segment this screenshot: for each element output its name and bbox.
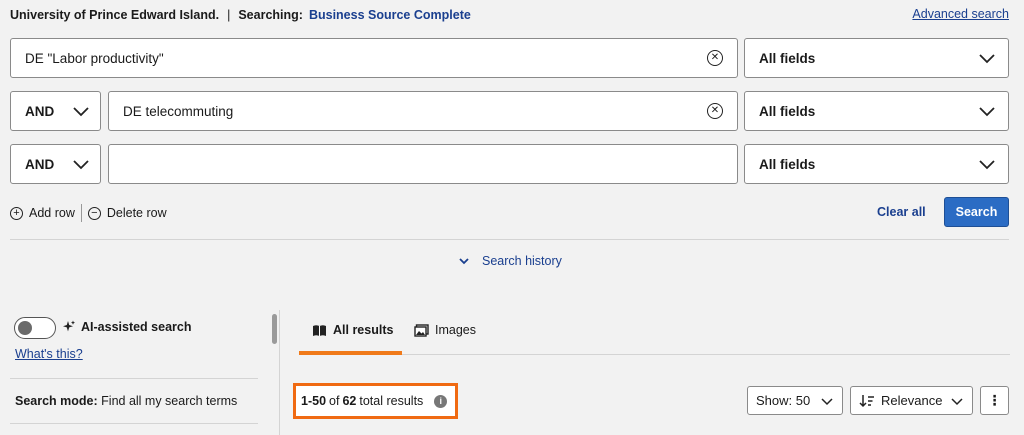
sidebar-scrollbar[interactable] (272, 314, 277, 344)
field-select-3-value: All fields (759, 156, 816, 172)
tab-images-label: Images (435, 323, 476, 337)
add-row-button[interactable]: + Add row (10, 206, 75, 220)
searching-label: Searching: (238, 8, 303, 22)
active-tab-indicator (299, 351, 402, 355)
ai-assisted-toggle[interactable] (14, 317, 56, 339)
search-input-2[interactable]: DE telecommuting ✕ (108, 91, 738, 131)
minus-circle-icon: − (87, 206, 101, 220)
divider (299, 354, 1010, 355)
search-history-toggle[interactable]: Search history (458, 254, 562, 268)
show-count-value: Show: 50 (756, 393, 811, 408)
divider (10, 239, 1009, 240)
delete-row-button[interactable]: − Delete row (87, 206, 167, 220)
results-range: 1-50 (301, 394, 327, 408)
search-input-2-value: DE telecommuting (123, 103, 234, 119)
tab-all-results-label: All results (333, 323, 394, 337)
header-separator: | (227, 8, 231, 22)
search-mode-value: Find all my search terms (101, 394, 238, 408)
clear-input-icon[interactable]: ✕ (707, 103, 723, 119)
field-select-3[interactable]: All fields (744, 144, 1009, 184)
chevron-down-icon (821, 397, 833, 405)
delete-row-label: Delete row (106, 206, 167, 220)
clear-all-button[interactable]: Clear all (877, 205, 926, 219)
add-row-label: Add row (29, 206, 75, 220)
sparkle-icon (63, 320, 75, 332)
search-history-label: Search history (482, 254, 562, 268)
search-mode-label: Search mode: (15, 394, 98, 408)
panel-divider (279, 310, 280, 435)
results-of: of (329, 394, 340, 408)
operator-select-2[interactable]: AND (10, 91, 101, 131)
results-total: 62 (342, 394, 357, 408)
ai-assisted-text: AI-assisted search (81, 320, 192, 334)
field-select-2[interactable]: All fields (744, 91, 1009, 131)
database-name[interactable]: Business Source Complete (309, 8, 471, 22)
chevron-down-icon (951, 397, 963, 405)
chevron-down-icon (459, 258, 469, 265)
chevron-down-icon (73, 160, 89, 170)
whats-this-link[interactable]: What's this? (15, 347, 83, 361)
clear-input-icon[interactable]: ✕ (707, 50, 723, 66)
results-count: 1-50 of 62 total results i (293, 383, 458, 419)
field-select-1[interactable]: All fields (744, 38, 1009, 78)
chevron-down-icon (73, 107, 89, 117)
divider (80, 204, 82, 222)
more-vertical-icon: ⋮ (987, 392, 1002, 408)
ai-assisted-label: AI-assisted search (62, 320, 191, 334)
search-input-1[interactable]: DE "Labor productivity" ✕ (10, 38, 738, 78)
search-mode[interactable]: Search mode: Find all my search terms (15, 394, 237, 408)
tab-all-results[interactable]: All results (312, 323, 393, 337)
field-select-2-value: All fields (759, 103, 816, 119)
operator-select-3-value: AND (25, 156, 55, 172)
results-suffix: total results (359, 394, 424, 408)
tab-images[interactable]: Images (414, 323, 476, 337)
row-actions: + Add row − Delete row (10, 204, 167, 222)
sort-value: Relevance (881, 393, 943, 408)
search-button[interactable]: Search (944, 197, 1009, 227)
chevron-down-icon (979, 160, 995, 170)
institution-name: University of Prince Edward Island. (10, 8, 220, 22)
images-icon (414, 323, 429, 337)
toggle-knob (18, 320, 32, 335)
divider (10, 423, 258, 424)
advanced-search-link[interactable]: Advanced search (912, 7, 1009, 21)
info-icon[interactable]: i (434, 394, 448, 408)
more-options-button[interactable]: ⋮ (980, 386, 1009, 415)
operator-select-3[interactable]: AND (10, 144, 101, 184)
plus-circle-icon: + (10, 206, 23, 220)
chevron-down-icon (979, 107, 995, 117)
divider (10, 378, 258, 379)
show-count-select[interactable]: Show: 50 (747, 386, 843, 415)
operator-select-2-value: AND (25, 103, 55, 119)
sort-select[interactable]: Relevance (850, 386, 973, 415)
chevron-down-icon (979, 54, 995, 64)
institution-bar: University of Prince Edward Island. | Se… (10, 8, 471, 22)
field-select-1-value: All fields (759, 50, 816, 66)
search-input-3[interactable] (108, 144, 738, 184)
book-icon (313, 324, 326, 336)
sort-icon (859, 394, 874, 407)
search-input-1-value: DE "Labor productivity" (25, 50, 164, 66)
